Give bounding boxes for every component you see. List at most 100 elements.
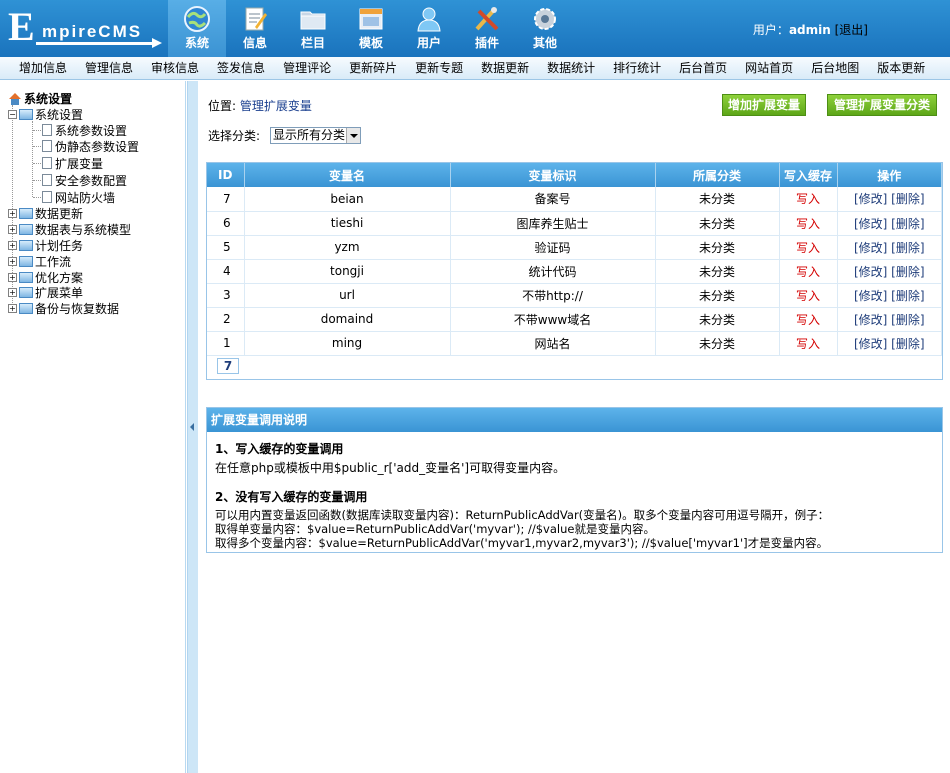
globe-icon [184,6,210,32]
quick-link-version-update[interactable]: 版本更新 [868,57,934,79]
cell-category: 未分类 [655,235,780,260]
quick-link-data-update[interactable]: 数据更新 [472,57,538,79]
nav-plugin[interactable]: 插件 [458,0,516,57]
tree-item-label: 伪静态参数设置 [55,139,140,154]
breadcrumb-link[interactable]: 管理扩展变量 [240,99,312,113]
expand-icon[interactable]: + [8,272,17,282]
help-text-cached: 在任意php或模板中用$public_r['add_变量名']可取得变量内容。 [215,461,566,475]
collapse-arrow-icon[interactable] [190,423,194,431]
quick-link-sign-info[interactable]: 签发信息 [208,57,274,79]
tree-item-rewrite-params[interactable]: 伪静态参数设置 [42,138,139,154]
edit-link[interactable]: [修改] [854,217,887,231]
tree-item-security-params[interactable]: 安全参数配置 [42,172,127,188]
quick-link-review-info[interactable]: 审核信息 [142,57,208,79]
help-heading-cached: 1、写入缓存的变量调用 [215,442,344,456]
cell-name: beian [244,187,451,212]
edit-link[interactable]: [修改] [854,241,887,255]
delete-link[interactable]: [删除] [891,337,924,351]
tree-group-label: 数据更新 [35,206,84,221]
collapse-icon[interactable]: − [8,109,17,119]
tree-item-label: 扩展变量 [55,156,104,171]
table-row: 6 tieshi 图库养生贴士 未分类 写入 [修改] [删除] [207,211,942,236]
page-icon [42,174,52,186]
nav-user[interactable]: 用户 [400,0,458,57]
cell-label: 备案号 [450,187,656,212]
tree-item-firewall[interactable]: 网站防火墙 [42,189,115,205]
tree-item-extend-vars[interactable]: 扩展变量 [42,155,103,171]
cell-label: 不带http:// [450,283,656,308]
quick-link-admin-map[interactable]: 后台地图 [802,57,868,79]
nav-info[interactable]: 信息 [226,0,284,57]
tree-connector [33,146,41,147]
delete-link[interactable]: [删除] [891,313,924,327]
quick-link-update-fragments[interactable]: 更新碎片 [340,57,406,79]
cell-category: 未分类 [655,211,780,236]
page-icon [42,157,52,169]
tree-group-workflow[interactable]: + 工作流 [8,253,71,269]
expand-icon[interactable]: + [8,287,17,297]
empirecms-logo[interactable]: E mpireCMS [6,7,162,49]
tree-group-backup-restore[interactable]: + 备份与恢复数据 [8,300,119,316]
edit-link[interactable]: [修改] [854,192,887,206]
quick-link-manage-comments[interactable]: 管理评论 [274,57,340,79]
cell-name: ming [244,331,451,356]
cell-category: 未分类 [655,259,780,284]
delete-link[interactable]: [删除] [891,217,924,231]
user-info: 用户：admin [退出] [753,21,868,38]
cell-name: tieshi [244,211,451,236]
quick-link-site-home[interactable]: 网站首页 [736,57,802,79]
tree-connector [33,130,41,131]
tree-group-data-update[interactable]: + 数据更新 [8,205,83,221]
nav-template[interactable]: 模板 [342,0,400,57]
delete-link[interactable]: [删除] [891,265,924,279]
cell-actions: [修改] [删除] [837,235,942,260]
logout-link[interactable]: [退出] [835,23,868,37]
quick-link-admin-home[interactable]: 后台首页 [670,57,736,79]
cell-name: url [244,283,451,308]
delete-link[interactable]: [删除] [891,289,924,303]
logo-arrow [36,42,154,45]
chevron-down-icon[interactable] [346,128,361,143]
expand-icon[interactable]: + [8,303,17,313]
category-select[interactable]: 显示所有分类 [270,127,362,144]
expand-icon[interactable]: + [8,208,17,218]
add-variable-button[interactable]: 增加扩展变量 [722,94,806,116]
sidebar-splitter[interactable] [187,81,198,773]
cell-actions: [修改] [删除] [837,307,942,332]
delete-link[interactable]: [删除] [891,192,924,206]
quick-link-add-info[interactable]: 增加信息 [10,57,76,79]
table-row: 3 url 不带http:// 未分类 写入 [修改] [删除] [207,283,942,308]
delete-link[interactable]: [删除] [891,241,924,255]
expand-icon[interactable]: + [8,224,17,234]
table-row: 2 domaind 不带www域名 未分类 写入 [修改] [删除] [207,307,942,332]
edit-link[interactable]: [修改] [854,265,887,279]
edit-link[interactable]: [修改] [854,313,887,327]
tree-group-scheduled-tasks[interactable]: + 计划任务 [8,237,83,253]
quick-link-manage-info[interactable]: 管理信息 [76,57,142,79]
nav-column[interactable]: 栏目 [284,0,342,57]
tree-item-system-params[interactable]: 系统参数设置 [42,122,127,138]
folder-icon [19,255,33,267]
folder-icon [19,286,33,298]
logo-arrowhead [152,38,162,48]
nav-system[interactable]: 系统 [168,0,226,57]
help-panel: 扩展变量调用说明 1、写入缓存的变量调用 在任意php或模板中用$public_… [206,407,943,553]
quick-link-data-stats[interactable]: 数据统计 [538,57,604,79]
tree-group-extend-menu[interactable]: + 扩展菜单 [8,284,83,300]
tree-group-tables-models[interactable]: + 数据表与系统模型 [8,221,131,237]
tree-group-system-settings[interactable]: − 系统设置 [8,106,83,122]
pagination-count[interactable]: 7 [217,358,239,374]
expand-icon[interactable]: + [8,256,17,266]
nav-other[interactable]: 其他 [516,0,574,57]
edit-link[interactable]: [修改] [854,289,887,303]
edit-link[interactable]: [修改] [854,337,887,351]
expand-icon[interactable]: + [8,240,17,250]
logo-rest-text: mpireCMS [42,22,143,41]
quick-link-update-topics[interactable]: 更新专题 [406,57,472,79]
cell-category: 未分类 [655,283,780,308]
folder-icon [19,239,33,251]
manage-categories-button[interactable]: 管理扩展变量分类 [827,94,937,116]
cell-cache: 写入 [779,187,838,212]
cell-id: 2 [207,307,245,332]
quick-link-ranking-stats[interactable]: 排行统计 [604,57,670,79]
